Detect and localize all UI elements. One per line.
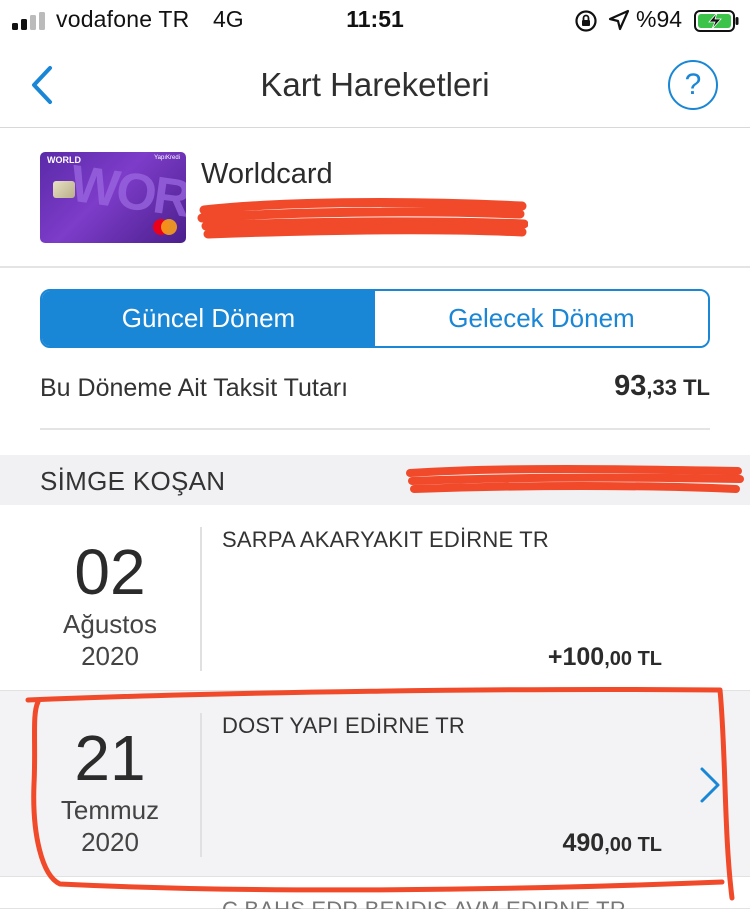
transaction-amount-int: +100 bbox=[547, 643, 605, 671]
tab-current-period[interactable]: Güncel Dönem bbox=[42, 291, 375, 346]
transaction-amount-int: 490 bbox=[562, 829, 605, 857]
transaction-merchant: SARPA AKARYAKIT EDİRNE TR bbox=[222, 527, 549, 552]
card-header: WORLD WORLD YapıKredi Worldcard bbox=[0, 128, 750, 268]
transaction-merchant: C BAHS EDR BENDIS AVM EDIRNE TR bbox=[222, 897, 626, 909]
location-icon bbox=[608, 9, 630, 31]
card-art-bank: YapıKredi bbox=[154, 155, 180, 161]
transaction-year: 2020 bbox=[81, 641, 139, 671]
period-segmented-control: Güncel Dönem Gelecek Dönem bbox=[40, 289, 710, 348]
installment-amount-int: 93 bbox=[614, 370, 647, 402]
transaction-amount-dec: ,00 TL bbox=[604, 648, 662, 670]
battery-charging-icon bbox=[694, 10, 739, 32]
transaction-month: Ağustos bbox=[63, 609, 157, 639]
tab-next-period[interactable]: Gelecek Dönem bbox=[375, 291, 708, 346]
installment-amount: 93,33 TL bbox=[614, 370, 710, 403]
transaction-amount-dec: ,00 TL bbox=[604, 834, 662, 856]
row-divider bbox=[200, 713, 202, 857]
battery-percent: %94 bbox=[636, 6, 683, 32]
transaction-month: Temmuz bbox=[60, 795, 160, 825]
transaction-row[interactable]: 21 Temmuz 2020 DOST YAPI EDİRNE TR 490,0… bbox=[0, 691, 750, 877]
cardholder-name: SİMGE KOŞAN bbox=[40, 466, 226, 496]
orientation-lock-icon bbox=[575, 10, 597, 32]
transaction-day: 21 bbox=[74, 722, 146, 794]
transaction-year: 2020 bbox=[81, 827, 139, 857]
mastercard-logo-icon bbox=[153, 219, 177, 235]
installment-label: Bu Döneme Ait Taksit Tutarı bbox=[40, 374, 349, 402]
row-divider bbox=[200, 527, 202, 671]
redaction-mark bbox=[406, 465, 744, 493]
divider bbox=[40, 428, 710, 430]
card-name: Worldcard bbox=[201, 158, 333, 190]
nav-bar: Kart Hareketleri ? bbox=[0, 42, 750, 128]
redaction-mark bbox=[197, 198, 528, 239]
cardholder-section-header: SİMGE KOŞAN bbox=[0, 455, 750, 505]
card-chip-icon bbox=[53, 181, 75, 198]
transaction-day: 02 bbox=[74, 536, 146, 608]
chevron-right-icon[interactable] bbox=[698, 765, 722, 805]
help-icon[interactable]: ? bbox=[668, 60, 718, 110]
page-title: Kart Hareketleri bbox=[260, 66, 490, 103]
transaction-row[interactable]: C BAHS EDR BENDIS AVM EDIRNE TR bbox=[0, 877, 750, 909]
transaction-merchant: DOST YAPI EDİRNE TR bbox=[222, 713, 466, 738]
card-art-brand: WORLD bbox=[47, 155, 81, 165]
card-thumbnail: WORLD WORLD YapıKredi bbox=[40, 152, 186, 243]
transaction-row[interactable]: 02 Ağustos 2020 SARPA AKARYAKIT EDİRNE T… bbox=[0, 505, 750, 691]
transaction-amount: 490,00 TL bbox=[562, 829, 662, 858]
installment-amount-dec: ,33 TL bbox=[646, 375, 710, 400]
transaction-amount: +100,00 TL bbox=[548, 643, 662, 672]
status-bar: vodafone TR 4G 11:51 %94 bbox=[0, 0, 750, 42]
